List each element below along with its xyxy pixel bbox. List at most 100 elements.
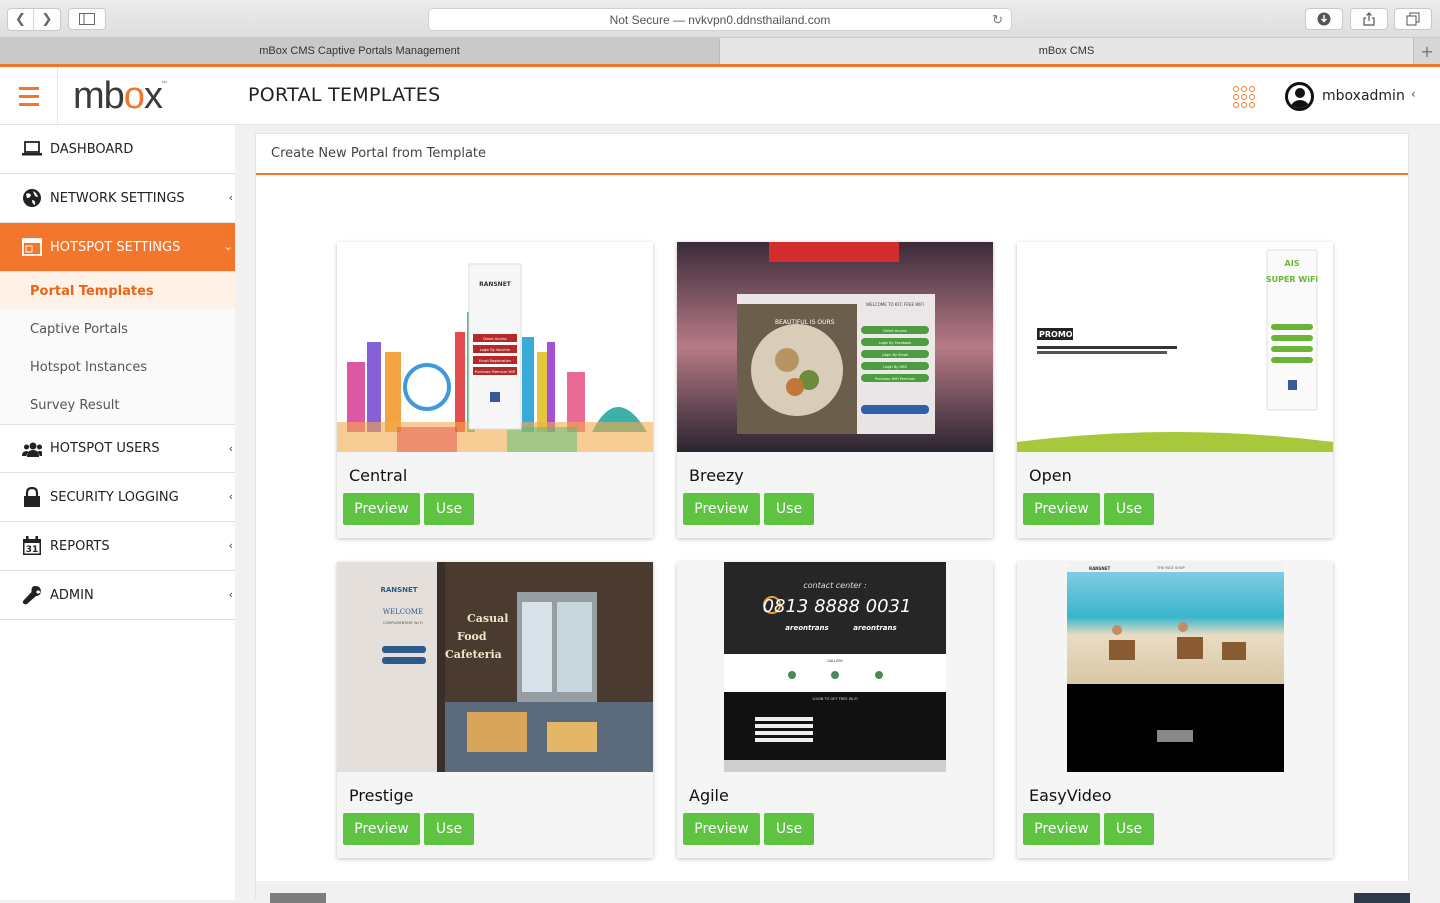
pagination-button-right[interactable] <box>1354 893 1410 903</box>
svg-text:Login By Email: Login By Email <box>882 353 908 357</box>
sidebar-item-dashboard[interactable]: DASHBOARD <box>0 125 235 174</box>
sidebar-item-admin[interactable]: ADMIN ‹ <box>0 571 235 620</box>
sidebar-item-label: NETWORK SETTINGS <box>50 190 185 206</box>
template-card-central: RANSNET Direct Access Login By Voucher E… <box>337 242 653 538</box>
chevron-left-icon: ‹ <box>228 490 233 503</box>
svg-text:RANSNET: RANSNET <box>380 586 417 594</box>
sidebar-item-security-logging[interactable]: SECURITY LOGGING ‹ <box>0 473 235 522</box>
apps-grid-icon[interactable] <box>1233 86 1255 108</box>
chevron-left-icon[interactable]: ‹ <box>1411 87 1416 101</box>
preview-button[interactable]: Preview <box>1023 493 1100 525</box>
download-icon[interactable] <box>1305 8 1343 30</box>
sidebar-item-label: DASHBOARD <box>50 141 134 157</box>
svg-text:Food: Food <box>457 630 487 643</box>
preview-button[interactable]: Preview <box>683 813 760 845</box>
use-button[interactable]: Use <box>764 493 814 525</box>
wrench-icon <box>22 585 42 605</box>
template-thumbnail[interactable]: RANSNET WELCOME COMPLIMENTARY WI-FI Casu… <box>337 562 653 772</box>
chevron-left-icon: ‹ <box>228 539 233 552</box>
lock-icon <box>22 487 42 507</box>
template-thumbnail[interactable]: RANSNET Direct Access Login By Voucher E… <box>337 242 653 452</box>
svg-text:COMPLIMENTARY WI-FI: COMPLIMENTARY WI-FI <box>383 621 423 625</box>
sidebar-item-label: ADMIN <box>50 587 94 603</box>
template-thumbnail[interactable]: contact center : 0813 8888 0031 areontra… <box>677 562 993 772</box>
svg-text:Login By Facebook: Login By Facebook <box>879 341 913 345</box>
page-title: PORTAL TEMPLATES <box>248 84 441 106</box>
svg-text:Login By SMS: Login By SMS <box>883 365 907 369</box>
svg-text:contact center :: contact center : <box>803 581 867 590</box>
use-button[interactable]: Use <box>424 813 474 845</box>
laptop-icon <box>22 139 42 159</box>
new-tab-icon[interactable]: + <box>1414 38 1440 64</box>
hamburger-menu-icon[interactable] <box>0 67 58 125</box>
template-thumbnail[interactable]: BEAUTIFUL IS OURS WELCOME TO KFC FREE WI… <box>677 242 993 452</box>
chevron-left-icon: ‹ <box>228 191 233 204</box>
svg-text:BEAUTIFUL IS OURS: BEAUTIFUL IS OURS <box>775 319 835 326</box>
sidebar-toggle-icon[interactable] <box>68 8 106 30</box>
globe-icon <box>22 188 42 208</box>
user-avatar-icon[interactable] <box>1285 82 1314 111</box>
svg-text:RANSNET: RANSNET <box>479 281 512 288</box>
template-card-breezy: BEAUTIFUL IS OURS WELCOME TO KFC FREE WI… <box>677 242 993 538</box>
sidebar-item-label: REPORTS <box>50 538 110 554</box>
svg-text:areontrans: areontrans <box>853 624 896 632</box>
use-button[interactable]: Use <box>1104 493 1154 525</box>
sidebar-item-network-settings[interactable]: NETWORK SETTINGS ‹ <box>0 174 235 223</box>
username-label[interactable]: mboxadmin <box>1322 88 1405 104</box>
tab-mbox-cms[interactable]: mBox CMS <box>720 38 1414 64</box>
svg-text:RANSNET: RANSNET <box>1089 566 1110 571</box>
chevron-left-icon: ‹ <box>228 588 233 601</box>
sidebar-item-label: HOTSPOT USERS <box>50 441 160 456</box>
pagination-button-left[interactable] <box>270 893 326 903</box>
svg-text:Direct Access: Direct Access <box>483 337 507 341</box>
submenu-item-captive-portals[interactable]: Captive Portals <box>0 310 235 348</box>
window-icon <box>22 237 42 257</box>
template-name: Agile <box>689 786 729 805</box>
template-name: Central <box>349 466 408 485</box>
tab-bar: mBox CMS Captive Portals Management mBox… <box>0 38 1440 64</box>
template-name: Breezy <box>689 466 744 485</box>
template-card-easyvideo: RANSNET THE FACE SHOP EasyVideo Preview … <box>1017 562 1333 858</box>
svg-text:Purchase WiFi Premium: Purchase WiFi Premium <box>875 377 916 381</box>
preview-button[interactable]: Preview <box>1023 813 1100 845</box>
back-arrow-icon[interactable]: ❮ <box>8 9 34 30</box>
svg-text:Login By Voucher: Login By Voucher <box>480 348 511 352</box>
history-nav: ❮ ❯ <box>7 8 61 31</box>
sidebar-item-label: SECURITY LOGGING <box>50 489 179 505</box>
use-button[interactable]: Use <box>424 493 474 525</box>
sidebar-item-hotspot-users[interactable]: HOTSPOT USERS ‹ <box>0 424 235 473</box>
svg-text:areontrans: areontrans <box>785 624 828 632</box>
preview-button[interactable]: Preview <box>343 493 420 525</box>
url-text: Not Secure — nvkvpn0.ddnsthailand.com <box>609 12 831 27</box>
share-icon[interactable] <box>1350 8 1388 30</box>
sidebar: DASHBOARD NETWORK SETTINGS ‹ HOTSPOT SET… <box>0 125 235 900</box>
preview-button[interactable]: Preview <box>683 493 760 525</box>
submenu-item-hotspot-instances[interactable]: Hotspot Instances <box>0 348 235 386</box>
tab-captive-portals[interactable]: mBox CMS Captive Portals Management <box>0 38 720 64</box>
forward-arrow-icon[interactable]: ❯ <box>34 9 60 30</box>
reload-icon[interactable]: ↻ <box>992 12 1003 28</box>
use-button[interactable]: Use <box>764 813 814 845</box>
submenu-item-survey-result[interactable]: Survey Result <box>0 386 235 424</box>
sidebar-item-reports[interactable]: 31 REPORTS ‹ <box>0 522 235 571</box>
template-card-open: PROMO 1 AIS SUPER WiFi Open Preview Use <box>1017 242 1333 538</box>
chevron-down-icon: ⌄ <box>223 240 233 253</box>
panel-heading: Create New Portal from Template <box>256 134 1408 175</box>
address-bar[interactable]: Not Secure — nvkvpn0.ddnsthailand.com ↻ <box>428 8 1012 31</box>
submenu-item-portal-templates[interactable]: Portal Templates <box>0 272 235 310</box>
sidebar-item-label: HOTSPOT SETTINGS <box>50 239 181 255</box>
browser-toolbar: ❮ ❯ Not Secure — nvkvpn0.ddnsthailand.co… <box>0 0 1440 38</box>
preview-button[interactable]: Preview <box>343 813 420 845</box>
svg-text:PROMO 1: PROMO 1 <box>1039 330 1081 339</box>
template-thumbnail[interactable]: PROMO 1 AIS SUPER WiFi <box>1017 242 1333 452</box>
use-button[interactable]: Use <box>1104 813 1154 845</box>
app-header: mbox ™ PORTAL TEMPLATES mboxadmin ‹ <box>0 64 1440 125</box>
sidebar-item-hotspot-settings[interactable]: HOTSPOT SETTINGS ⌄ <box>0 223 235 272</box>
template-name: EasyVideo <box>1029 786 1112 805</box>
template-card-prestige: RANSNET WELCOME COMPLIMENTARY WI-FI Casu… <box>337 562 653 858</box>
mbox-logo[interactable]: mbox ™ <box>73 75 167 118</box>
template-card-agile: contact center : 0813 8888 0031 areontra… <box>677 562 993 858</box>
tabs-overview-icon[interactable] <box>1394 8 1432 30</box>
svg-text:THE FACE SHOP: THE FACE SHOP <box>1156 566 1185 570</box>
template-thumbnail[interactable]: RANSNET THE FACE SHOP <box>1017 562 1333 772</box>
